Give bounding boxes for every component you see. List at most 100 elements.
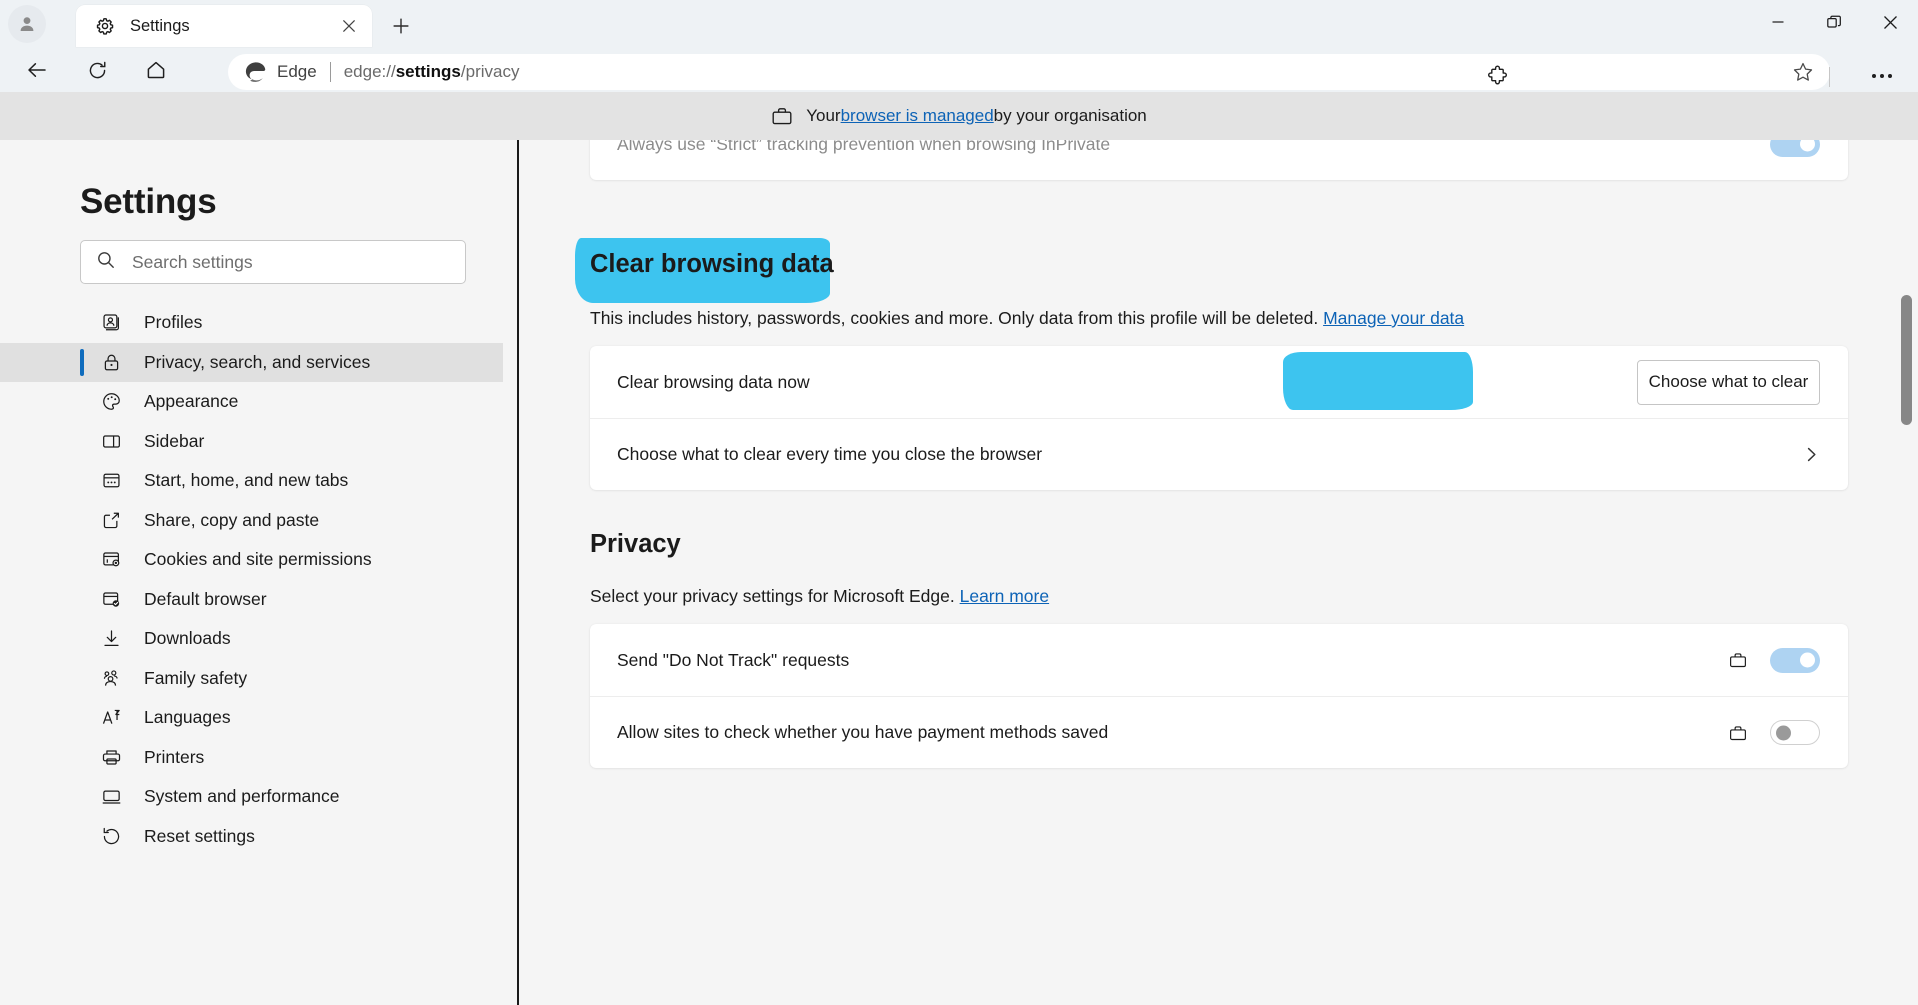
settings-and-more-button[interactable] bbox=[1866, 60, 1898, 92]
row-label: Allow sites to check whether you have pa… bbox=[617, 722, 1109, 742]
sidebar-item-sidebar[interactable]: Sidebar bbox=[0, 422, 503, 462]
sidebar-item-family-safety[interactable]: Family safety bbox=[0, 659, 503, 699]
sidebar-item-system-and-performance[interactable]: System and performance bbox=[0, 777, 503, 817]
section-description-clear-browsing-data: This includes history, passwords, cookie… bbox=[590, 308, 1858, 329]
reset-icon bbox=[98, 826, 124, 847]
sidebar-item-printers[interactable]: Printers bbox=[0, 738, 503, 778]
sidebar-item-start-home-new-tabs[interactable]: Start, home, and new tabs bbox=[0, 461, 503, 501]
close-tab-icon[interactable] bbox=[336, 13, 362, 39]
favorite-star-icon[interactable] bbox=[1786, 55, 1820, 89]
row-clear-browsing-data-now[interactable]: Clear browsing data now Choose what to c… bbox=[590, 346, 1848, 418]
row-controls: Choose what to clear bbox=[1637, 359, 1820, 405]
extensions-button[interactable] bbox=[1482, 60, 1514, 92]
sidebar-item-cookies-site-permissions[interactable]: Cookies and site permissions bbox=[0, 540, 503, 580]
toggle-knob bbox=[1800, 652, 1815, 668]
restore-button[interactable] bbox=[1806, 0, 1862, 44]
row-label: Always use “Strict” tracking prevention … bbox=[617, 140, 1111, 154]
sidebar-item-label: Start, home, and new tabs bbox=[144, 470, 349, 491]
browser-toolbar: Edge edge://settings/privacy bbox=[0, 48, 1918, 92]
row-controls bbox=[1803, 446, 1820, 463]
cookies-icon bbox=[98, 549, 124, 570]
briefcase-icon bbox=[1728, 651, 1748, 669]
monitor-icon bbox=[98, 786, 124, 807]
chevron-right-icon bbox=[1803, 446, 1820, 463]
briefcase-icon bbox=[1728, 724, 1748, 742]
row-controls bbox=[1770, 140, 1820, 157]
sidebar-item-reset-settings[interactable]: Reset settings bbox=[0, 817, 503, 857]
row-always-strict-inprivate[interactable]: Always use “Strict” tracking prevention … bbox=[590, 140, 1848, 180]
new-tab-button[interactable] bbox=[384, 9, 418, 43]
toggle-send-do-not-track[interactable] bbox=[1770, 647, 1820, 673]
toolbar-divider bbox=[1829, 67, 1830, 87]
edge-browser-window: Settings Edge edge://settings/privacy Yo… bbox=[0, 0, 1918, 1005]
row-label: Clear browsing data now bbox=[617, 371, 810, 392]
browser-is-managed-link[interactable]: browser is managed bbox=[841, 106, 994, 126]
omnibox-url[interactable]: edge://settings/privacy bbox=[344, 62, 520, 82]
privacy-description-text: Select your privacy settings for Microso… bbox=[590, 586, 955, 606]
sidebar-item-share-copy-paste[interactable]: Share, copy and paste bbox=[0, 501, 503, 541]
sidebar-item-label: Profiles bbox=[144, 312, 203, 333]
sidebar-item-default-browser[interactable]: Default browser bbox=[0, 580, 503, 620]
sidebar-item-label: Downloads bbox=[144, 628, 231, 649]
languages-icon bbox=[98, 707, 124, 728]
download-icon bbox=[98, 628, 124, 649]
settings-sidebar: Settings Search settings Profiles Privac… bbox=[0, 140, 503, 1005]
tab-title: Settings bbox=[130, 16, 190, 35]
privacy-settings-card: Send "Do Not Track" requests Allow sites… bbox=[590, 624, 1848, 768]
sidebar-item-label: Default browser bbox=[144, 588, 267, 609]
address-bar[interactable]: Edge edge://settings/privacy bbox=[228, 54, 1830, 90]
sidebar-item-label: Languages bbox=[144, 707, 231, 728]
sidebar-item-profiles[interactable]: Profiles bbox=[0, 303, 503, 343]
profile-button[interactable] bbox=[8, 5, 46, 43]
toggle-allow-payment-methods-check[interactable] bbox=[1770, 720, 1820, 745]
sidebar-icon bbox=[98, 431, 124, 452]
home-button[interactable] bbox=[136, 50, 176, 90]
row-allow-payment-methods-check[interactable]: Allow sites to check whether you have pa… bbox=[590, 696, 1848, 768]
content-scrollbar-thumb[interactable] bbox=[1901, 295, 1912, 425]
toggle-knob bbox=[1800, 140, 1815, 152]
palette-icon bbox=[98, 391, 124, 412]
sidebar-item-label: Cookies and site permissions bbox=[144, 549, 372, 570]
section-heading-privacy: Privacy bbox=[590, 530, 681, 558]
row-send-do-not-track-requests[interactable]: Send "Do Not Track" requests bbox=[590, 624, 1848, 696]
omnibox-separator bbox=[329, 62, 331, 82]
profiles-icon bbox=[98, 312, 124, 333]
sidebar-item-privacy-search-services[interactable]: Privacy, search, and services bbox=[0, 342, 503, 382]
managed-browser-banner: Your browser is managed by your organisa… bbox=[0, 92, 1918, 140]
sidebar-item-languages[interactable]: Languages bbox=[0, 698, 503, 738]
omnibox-right-actions bbox=[1786, 55, 1820, 89]
url-prefix: edge:// bbox=[343, 62, 396, 81]
lock-icon bbox=[98, 352, 124, 373]
default-browser-icon bbox=[98, 589, 124, 610]
share-icon bbox=[98, 510, 124, 531]
search-settings-box[interactable] bbox=[80, 240, 466, 284]
browser-tab-settings[interactable]: Settings bbox=[76, 5, 372, 47]
managed-banner-prefix: Your bbox=[806, 106, 841, 125]
printer-icon bbox=[98, 747, 124, 768]
minimize-button[interactable] bbox=[1750, 0, 1806, 44]
sidebar-item-label: System and performance bbox=[144, 786, 340, 807]
close-window-button[interactable] bbox=[1862, 0, 1918, 44]
settings-page: Settings Search settings Profiles Privac… bbox=[0, 140, 1918, 1005]
sidebar-item-appearance[interactable]: Appearance bbox=[0, 382, 503, 422]
toggle-always-strict-inprivate[interactable] bbox=[1770, 140, 1820, 157]
row-choose-what-to-clear-on-close[interactable]: Choose what to clear every time you clos… bbox=[590, 418, 1848, 490]
manage-your-data-link[interactable]: Manage your data bbox=[1323, 308, 1464, 328]
sidebar-item-label: Appearance bbox=[144, 391, 239, 412]
choose-what-to-clear-button[interactable]: Choose what to clear bbox=[1637, 359, 1820, 405]
row-label: Choose what to clear every time you clos… bbox=[617, 444, 1043, 464]
sidebar-nav-list: Profiles Privacy, search, and services A… bbox=[0, 303, 503, 856]
learn-more-link[interactable]: Learn more bbox=[960, 586, 1050, 606]
back-button[interactable] bbox=[17, 50, 57, 90]
row-controls bbox=[1728, 720, 1820, 745]
reload-button[interactable] bbox=[77, 50, 117, 90]
sidebar-item-label: Privacy, search, and services bbox=[144, 351, 371, 372]
search-input[interactable] bbox=[132, 251, 432, 273]
sidebar-item-label: Family safety bbox=[144, 667, 248, 688]
section-description-privacy: Select your privacy settings for Microso… bbox=[590, 586, 1049, 607]
tracking-prevention-card: Always use “Strict” tracking prevention … bbox=[590, 140, 1848, 180]
settings-content: Always use “Strict” tracking prevention … bbox=[519, 140, 1918, 1005]
toggle-knob bbox=[1776, 725, 1791, 740]
managed-banner-suffix: by your organisation bbox=[993, 106, 1147, 125]
sidebar-item-downloads[interactable]: Downloads bbox=[0, 619, 503, 659]
